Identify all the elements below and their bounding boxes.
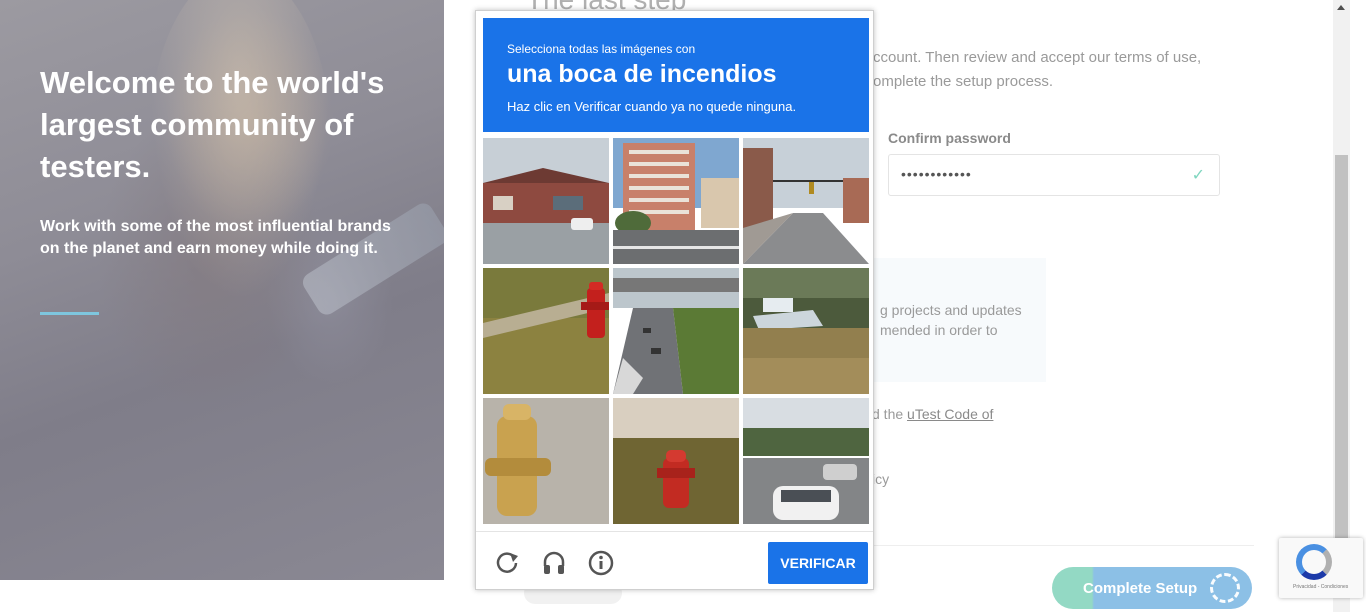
tile-street-traffic-light[interactable] <box>743 138 869 264</box>
page-scrollbar[interactable] <box>1333 0 1350 612</box>
recaptcha-badge-text[interactable]: Privacidad - Condiciones <box>1293 584 1348 590</box>
hero-subtitle: Work with some of the most influential b… <box>40 218 391 257</box>
loading-spinner-icon <box>1210 573 1240 603</box>
tile-highway-overpass[interactable] <box>613 268 739 394</box>
info-icon[interactable] <box>588 550 614 576</box>
tile-hydrant-yellow[interactable] <box>483 398 609 524</box>
captcha-footer: VERIFICAR <box>476 531 873 590</box>
captcha-instruction-top: Selecciona todas las imágenes con <box>507 42 696 56</box>
terms-line: d the uTest Code of <box>872 406 993 422</box>
confirm-password-label: Confirm password <box>888 130 1011 146</box>
hero-panel: Welcome to the world's largest community… <box>0 0 444 580</box>
terms-prefix: d the <box>872 406 908 422</box>
recaptcha-logo-icon <box>1296 544 1332 580</box>
hero-title: Welcome to the world's largest community… <box>40 65 385 184</box>
captcha-header: Selecciona todas las imágenes con una bo… <box>483 18 869 132</box>
captcha-target: una boca de incendios <box>507 60 777 88</box>
privacy-policy-fragment[interactable]: icy <box>872 471 889 487</box>
tile-road-cars[interactable] <box>743 398 869 524</box>
complete-setup-button[interactable]: Complete Setup <box>1052 567 1252 609</box>
scroll-up-arrow-icon[interactable] <box>1337 5 1345 10</box>
info-box: g projects and updates mended in order t… <box>862 258 1046 382</box>
intro-text: ccount. Then review and accept our terms… <box>873 49 1202 90</box>
verify-button[interactable]: VERIFICAR <box>768 542 868 584</box>
tile-building-parking[interactable] <box>483 138 609 264</box>
tile-boat-field[interactable] <box>743 268 869 394</box>
captcha-tile-grid <box>483 138 869 524</box>
tile-hydrant-red-leaves[interactable] <box>613 398 739 524</box>
complete-setup-label: Complete Setup <box>1083 580 1198 597</box>
captcha-instruction-bottom: Haz clic en Verificar cuando ya no quede… <box>507 99 797 114</box>
recaptcha-badge[interactable]: Privacidad - Condiciones <box>1279 538 1363 598</box>
checkmark-icon: ✓ <box>1191 167 1205 184</box>
confirm-password-value: •••••••••••• <box>901 166 972 182</box>
audio-icon[interactable] <box>541 550 567 576</box>
code-of-conduct-link[interactable]: uTest Code of <box>907 406 993 422</box>
confirm-password-field[interactable]: •••••••••••• ✓ <box>888 154 1220 196</box>
tile-apartment-tower[interactable] <box>613 138 739 264</box>
form-divider <box>874 545 1254 546</box>
reload-icon[interactable] <box>494 550 520 576</box>
info-line-2: mended in order to <box>880 322 998 338</box>
info-line-1: g projects and updates <box>880 302 1022 318</box>
captcha-challenge: Selecciona todas las imágenes con una bo… <box>475 10 874 590</box>
hero-accent-rule <box>40 312 99 315</box>
scrollbar-thumb[interactable] <box>1335 155 1348 540</box>
tile-hydrant-red-grass[interactable] <box>483 268 609 394</box>
